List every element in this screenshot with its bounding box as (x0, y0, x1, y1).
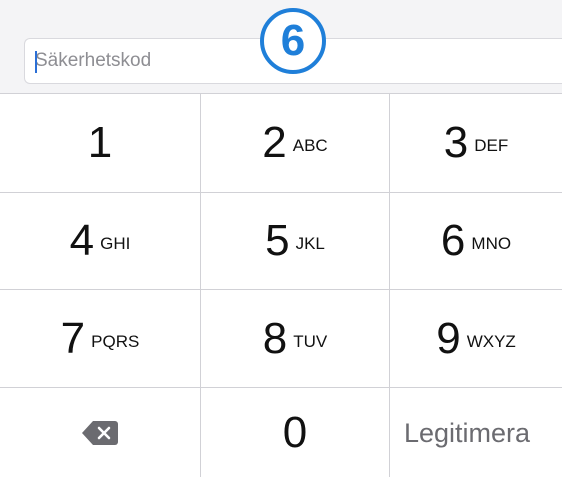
key-digit: 6 (440, 216, 466, 265)
key-digit: 9 (436, 313, 461, 363)
key-digit: 1 (87, 118, 113, 167)
key-0[interactable]: 0 (201, 388, 390, 477)
key-letters: TUV (293, 331, 328, 351)
key-5[interactable]: 5 JKL (201, 193, 390, 290)
key-letters: WXYZ (466, 331, 516, 351)
key-digit: 0 (282, 408, 308, 457)
key-digit: 3 (443, 118, 469, 167)
backspace-icon (82, 421, 118, 445)
key-8[interactable]: 8 TUV (201, 290, 390, 388)
key-9[interactable]: 9 WXYZ (390, 290, 562, 388)
key-letters: JKL (295, 234, 325, 253)
key-letters: GHI (100, 234, 131, 253)
key-digit: 4 (69, 216, 95, 265)
security-code-screen: 6 1 2 ABC 3 DEF 4 GHI 5 JKL 6 MNO 7 PQRS (0, 0, 562, 477)
delete-button[interactable] (0, 388, 201, 477)
numeric-keypad: 1 2 ABC 3 DEF 4 GHI 5 JKL 6 MNO 7 PQRS 8… (0, 93, 562, 477)
key-letters: MNO (471, 234, 512, 253)
step-number-badge: 6 (260, 8, 326, 74)
key-digit: 2 (262, 118, 287, 167)
key-letters: ABC (292, 136, 328, 155)
key-digit: 5 (265, 216, 290, 265)
text-caret (35, 51, 37, 73)
key-4[interactable]: 4 GHI (0, 193, 201, 290)
key-2[interactable]: 2 ABC (201, 94, 390, 193)
legitimera-label: Legitimera (404, 417, 531, 448)
key-6[interactable]: 6 MNO (390, 193, 562, 290)
legitimera-button[interactable]: Legitimera (390, 388, 562, 477)
key-3[interactable]: 3 DEF (390, 94, 562, 193)
key-letters: PQRS (91, 331, 140, 351)
key-digit: 7 (60, 313, 86, 363)
key-1[interactable]: 1 (0, 94, 201, 193)
key-7[interactable]: 7 PQRS (0, 290, 201, 388)
key-digit: 8 (262, 313, 288, 363)
key-letters: DEF (474, 136, 509, 155)
